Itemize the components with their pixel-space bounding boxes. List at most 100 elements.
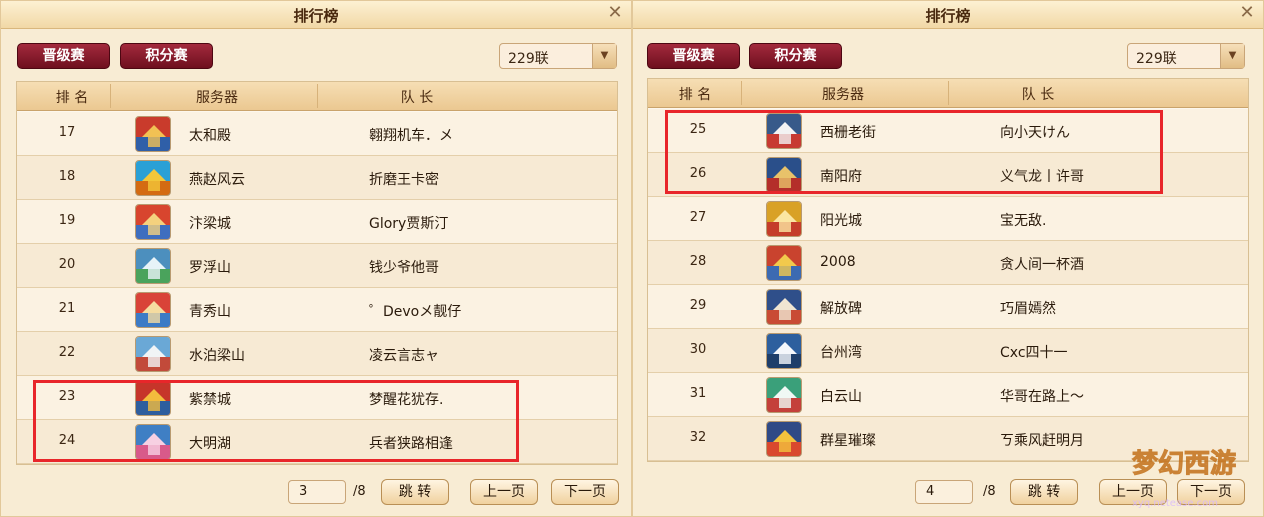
next-page-button[interactable]: 下一页 xyxy=(551,479,619,505)
server-name: 汴梁城 xyxy=(189,216,231,232)
cloud-mountain-icon xyxy=(766,377,802,413)
chevron-down-icon[interactable]: ▼ xyxy=(1220,44,1244,68)
tab-points-match[interactable]: 积分赛 xyxy=(120,43,213,69)
server-group-value: 229联 xyxy=(1136,51,1177,67)
server-name: 解放碑 xyxy=(820,301,862,317)
captain-name: 凌云言志ャ xyxy=(369,348,439,364)
table-row[interactable]: 19 汴梁城 Glory贾斯汀 xyxy=(17,200,617,244)
chevron-down-icon[interactable]: ▼ xyxy=(592,44,616,68)
svg-text:xyq.netease.com: xyq.netease.com xyxy=(1132,498,1218,509)
header-captain: 队 长 xyxy=(1021,87,1055,103)
server-name: 太和殿 xyxy=(189,128,231,144)
star-icon xyxy=(766,421,802,457)
jump-button[interactable]: 跳 转 xyxy=(1010,479,1078,505)
table-row[interactable]: 17 太和殿 翱翔机车．メ xyxy=(17,112,617,156)
captain-name: 华哥在路上～ xyxy=(1000,389,1084,405)
pavilion-icon xyxy=(135,292,171,328)
captain-name: ゜Devoメ靓仔 xyxy=(369,304,462,320)
header-captain: 队 长 xyxy=(400,90,434,106)
highlight-box xyxy=(665,110,1163,194)
captain-name: Glory贾斯汀 xyxy=(369,216,449,232)
server-group-select[interactable]: 229联 ▼ xyxy=(499,43,617,69)
server-name: 青秀山 xyxy=(189,304,231,320)
svg-text:梦幻西游: 梦幻西游 xyxy=(1132,449,1236,479)
header-server: 服务器 xyxy=(822,87,864,103)
page-input[interactable]: 3 xyxy=(288,480,346,504)
bay-bridge-icon xyxy=(766,333,802,369)
server-name: 阳光城 xyxy=(820,213,862,229)
tab-points-match[interactable]: 积分赛 xyxy=(749,43,842,69)
table-row[interactable]: 30 台州湾 Cxc四十一 xyxy=(648,329,1248,373)
header-divider xyxy=(741,81,742,105)
peak-icon xyxy=(135,336,171,372)
table-row[interactable]: 29 解放碑 巧眉嫣然 xyxy=(648,285,1248,329)
server-name: 燕赵风云 xyxy=(189,172,245,188)
tab-promotion-match[interactable]: 晋级赛 xyxy=(17,43,110,69)
close-icon[interactable]: ✕ xyxy=(1237,3,1257,23)
jump-button[interactable]: 跳 转 xyxy=(381,479,449,505)
title-bar: 排行榜 ✕ xyxy=(633,1,1263,29)
header-rank: 排 名 xyxy=(55,90,89,106)
captain-name: 宝无敌. xyxy=(1000,213,1047,229)
captain-name: Cxc四十一 xyxy=(1000,345,1068,361)
table-row[interactable]: 22 水泊梁山 凌云言志ャ xyxy=(17,332,617,376)
sun-tower-icon xyxy=(766,201,802,237)
header-divider xyxy=(317,84,318,108)
rank-value: 22 xyxy=(58,345,76,360)
rank-value: 31 xyxy=(689,386,707,401)
table-row[interactable]: 20 罗浮山 钱少爷他哥 xyxy=(17,244,617,288)
stadium-icon xyxy=(766,245,802,281)
rank-value: 21 xyxy=(58,301,76,316)
highlight-box xyxy=(33,380,519,462)
page-total: /8 xyxy=(983,484,996,499)
header-server: 服务器 xyxy=(196,90,238,106)
page-input[interactable]: 4 xyxy=(915,480,973,504)
table-header: 排 名 服务器 队 长 xyxy=(648,79,1248,108)
rank-value: 30 xyxy=(689,342,707,357)
rank-value: 32 xyxy=(689,430,707,445)
window-title: 排行榜 xyxy=(925,7,971,25)
ranking-panel-left: 排行榜 ✕ 晋级赛 积分赛 229联 ▼ 排 名 服务器 队 长 17 太和殿 翱翔… xyxy=(0,0,632,517)
server-group-select[interactable]: 229联 ▼ xyxy=(1127,43,1245,69)
table-row[interactable]: 21 青秀山 ゜Devoメ靓仔 xyxy=(17,288,617,332)
table-row[interactable]: 18 燕赵风云 折磨王卡密 xyxy=(17,156,617,200)
server-name: 2008 xyxy=(820,254,856,270)
rank-value: 29 xyxy=(689,298,707,313)
server-name: 白云山 xyxy=(820,389,862,405)
title-bar: 排行榜 ✕ xyxy=(1,1,631,29)
table-row[interactable]: 31 白云山 华哥在路上～ xyxy=(648,373,1248,417)
mountain-icon xyxy=(135,248,171,284)
captain-name: ㄎ乘风赶明月 xyxy=(1000,433,1084,449)
server-group-value: 229联 xyxy=(508,51,549,67)
rank-value: 28 xyxy=(689,254,707,269)
close-icon[interactable]: ✕ xyxy=(605,3,625,23)
server-name: 罗浮山 xyxy=(189,260,231,276)
tab-promotion-match[interactable]: 晋级赛 xyxy=(647,43,740,69)
captain-name: 巧眉嫣然 xyxy=(1000,301,1056,317)
rank-value: 20 xyxy=(58,257,76,272)
prev-page-button[interactable]: 上一页 xyxy=(470,479,538,505)
table-row[interactable]: 28 2008 贪人间一杯酒 xyxy=(648,241,1248,285)
header-divider xyxy=(948,81,949,105)
game-logo-watermark: 梦幻西游 xyq.netease.com xyxy=(1132,449,1237,510)
captain-name: 贪人间一杯酒 xyxy=(1000,257,1084,273)
rank-value: 27 xyxy=(689,210,707,225)
server-name: 群星璀璨 xyxy=(820,433,876,449)
rank-value: 17 xyxy=(58,125,76,140)
table-header: 排 名 服务器 队 长 xyxy=(17,82,617,111)
page-total: /8 xyxy=(353,484,366,499)
captain-name: 翱翔机车．メ xyxy=(369,128,453,144)
header-divider xyxy=(110,84,111,108)
palace-icon xyxy=(135,116,171,152)
window-title: 排行榜 xyxy=(293,7,339,25)
table-row[interactable]: 27 阳光城 宝无敌. xyxy=(648,197,1248,241)
captain-name: 钱少爷他哥 xyxy=(369,260,439,276)
server-name: 台州湾 xyxy=(820,345,862,361)
dream-logo-icon xyxy=(135,160,171,196)
monument-icon xyxy=(766,289,802,325)
captain-name: 折磨王卡密 xyxy=(369,172,439,188)
header-rank: 排 名 xyxy=(678,87,712,103)
rank-value: 19 xyxy=(58,213,76,228)
city-gate-icon xyxy=(135,204,171,240)
server-name: 水泊梁山 xyxy=(189,348,245,364)
